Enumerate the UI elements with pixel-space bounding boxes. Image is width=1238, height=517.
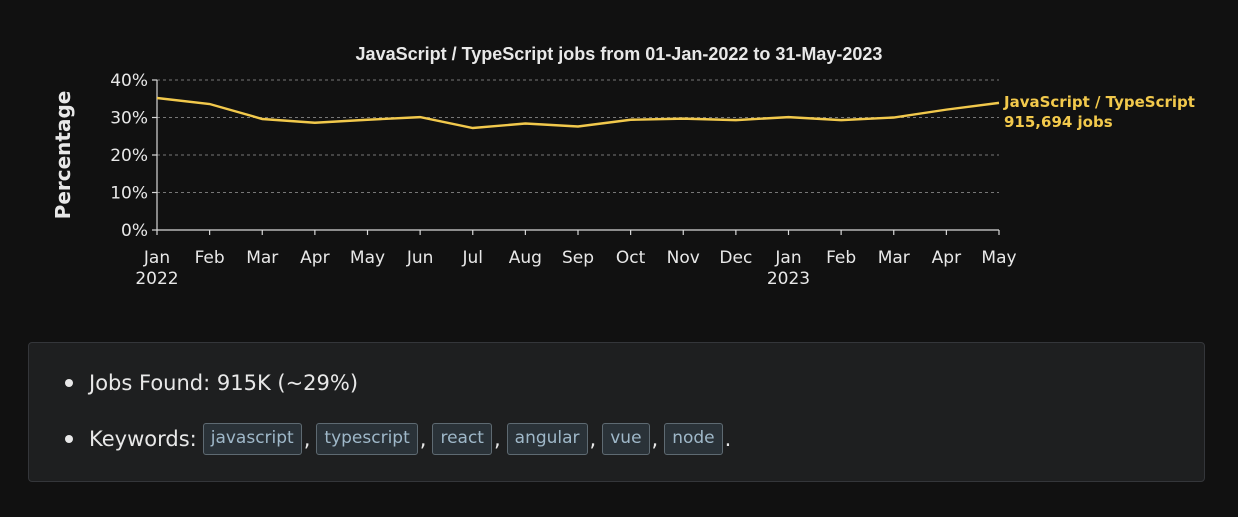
x-tick-label: Feb <box>826 248 856 268</box>
keyword-terminator: . <box>724 427 732 451</box>
keywords-item: Keywords: javascript, typescript, react, an… <box>64 423 732 455</box>
x-tick-label: Jan <box>774 248 801 268</box>
x-tick-year-label: 2023 <box>767 269 810 289</box>
keyword-separator: , <box>589 427 597 451</box>
grid-lines <box>157 79 999 193</box>
job-summary-panel: Jobs Found: 915K (~29%) Keywords: javasc… <box>28 342 1205 482</box>
x-tick-label: Aug <box>509 248 542 268</box>
line-chart: JavaScript / TypeScript jobs from 01-Jan… <box>51 44 1195 289</box>
x-tick-label: Oct <box>616 248 646 268</box>
x-tick-label: Dec <box>719 248 752 268</box>
jobs-found-item: Jobs Found: 915K (~29%) <box>64 371 359 395</box>
keyword-chip: node <box>664 423 723 455</box>
x-tick-label: Nov <box>667 248 700 268</box>
y-tick-label: 0% <box>121 221 148 241</box>
x-tick-label: Jan <box>143 248 170 268</box>
keyword-separator: , <box>419 427 427 451</box>
keyword-chip: javascript <box>202 423 302 455</box>
y-tick-label: 20% <box>110 146 148 166</box>
keywords-label: Keywords: <box>89 427 197 451</box>
x-tick-label: Mar <box>878 248 910 268</box>
keyword-separator: , <box>651 427 659 451</box>
chart-container: JavaScript / TypeScript jobs from 01-Jan… <box>0 0 1238 320</box>
y-axis-ticks: 0% 10% 20% 30% 40% <box>110 71 157 241</box>
y-axis-label: Percentage <box>51 91 75 220</box>
keyword-separator: , <box>493 427 501 451</box>
x-tick-label: Feb <box>195 248 225 268</box>
y-tick-label: 40% <box>110 71 148 91</box>
keyword-chip: react <box>432 423 492 455</box>
keyword-separator: , <box>303 427 311 451</box>
y-tick-label: 10% <box>110 184 148 204</box>
series-end-label-count: 915,694 jobs <box>1004 113 1113 131</box>
x-tick-label: Apr <box>300 248 329 268</box>
keyword-chip: vue <box>602 423 650 455</box>
x-axis-ticks: Jan2022Feb Mar Apr May Jun Jul Aug Sep Oct Nov Dec… <box>135 230 1017 289</box>
x-tick-label: May <box>981 248 1016 268</box>
x-tick-label: Jul <box>461 248 483 268</box>
x-tick-label: Sep <box>562 248 594 268</box>
jobs-found-text: Jobs Found: 915K (~29%) <box>89 371 359 395</box>
chart-title: JavaScript / TypeScript jobs from 01-Jan… <box>356 44 883 64</box>
x-tick-label: Jun <box>406 248 434 268</box>
x-tick-label: Mar <box>246 248 278 268</box>
x-tick-label: Apr <box>932 248 961 268</box>
x-tick-year-label: 2022 <box>135 269 178 289</box>
keyword-list: javascript, typescript, react, angular, vue,… <box>197 423 732 455</box>
keyword-chip: angular <box>506 423 588 455</box>
y-tick-label: 30% <box>110 109 148 129</box>
series-end-label-name: JavaScript / TypeScript <box>1003 93 1195 111</box>
series-line <box>156 96 1000 130</box>
series-layer <box>156 96 1000 130</box>
x-tick-label: May <box>350 248 385 268</box>
keyword-chip: typescript <box>316 423 418 455</box>
